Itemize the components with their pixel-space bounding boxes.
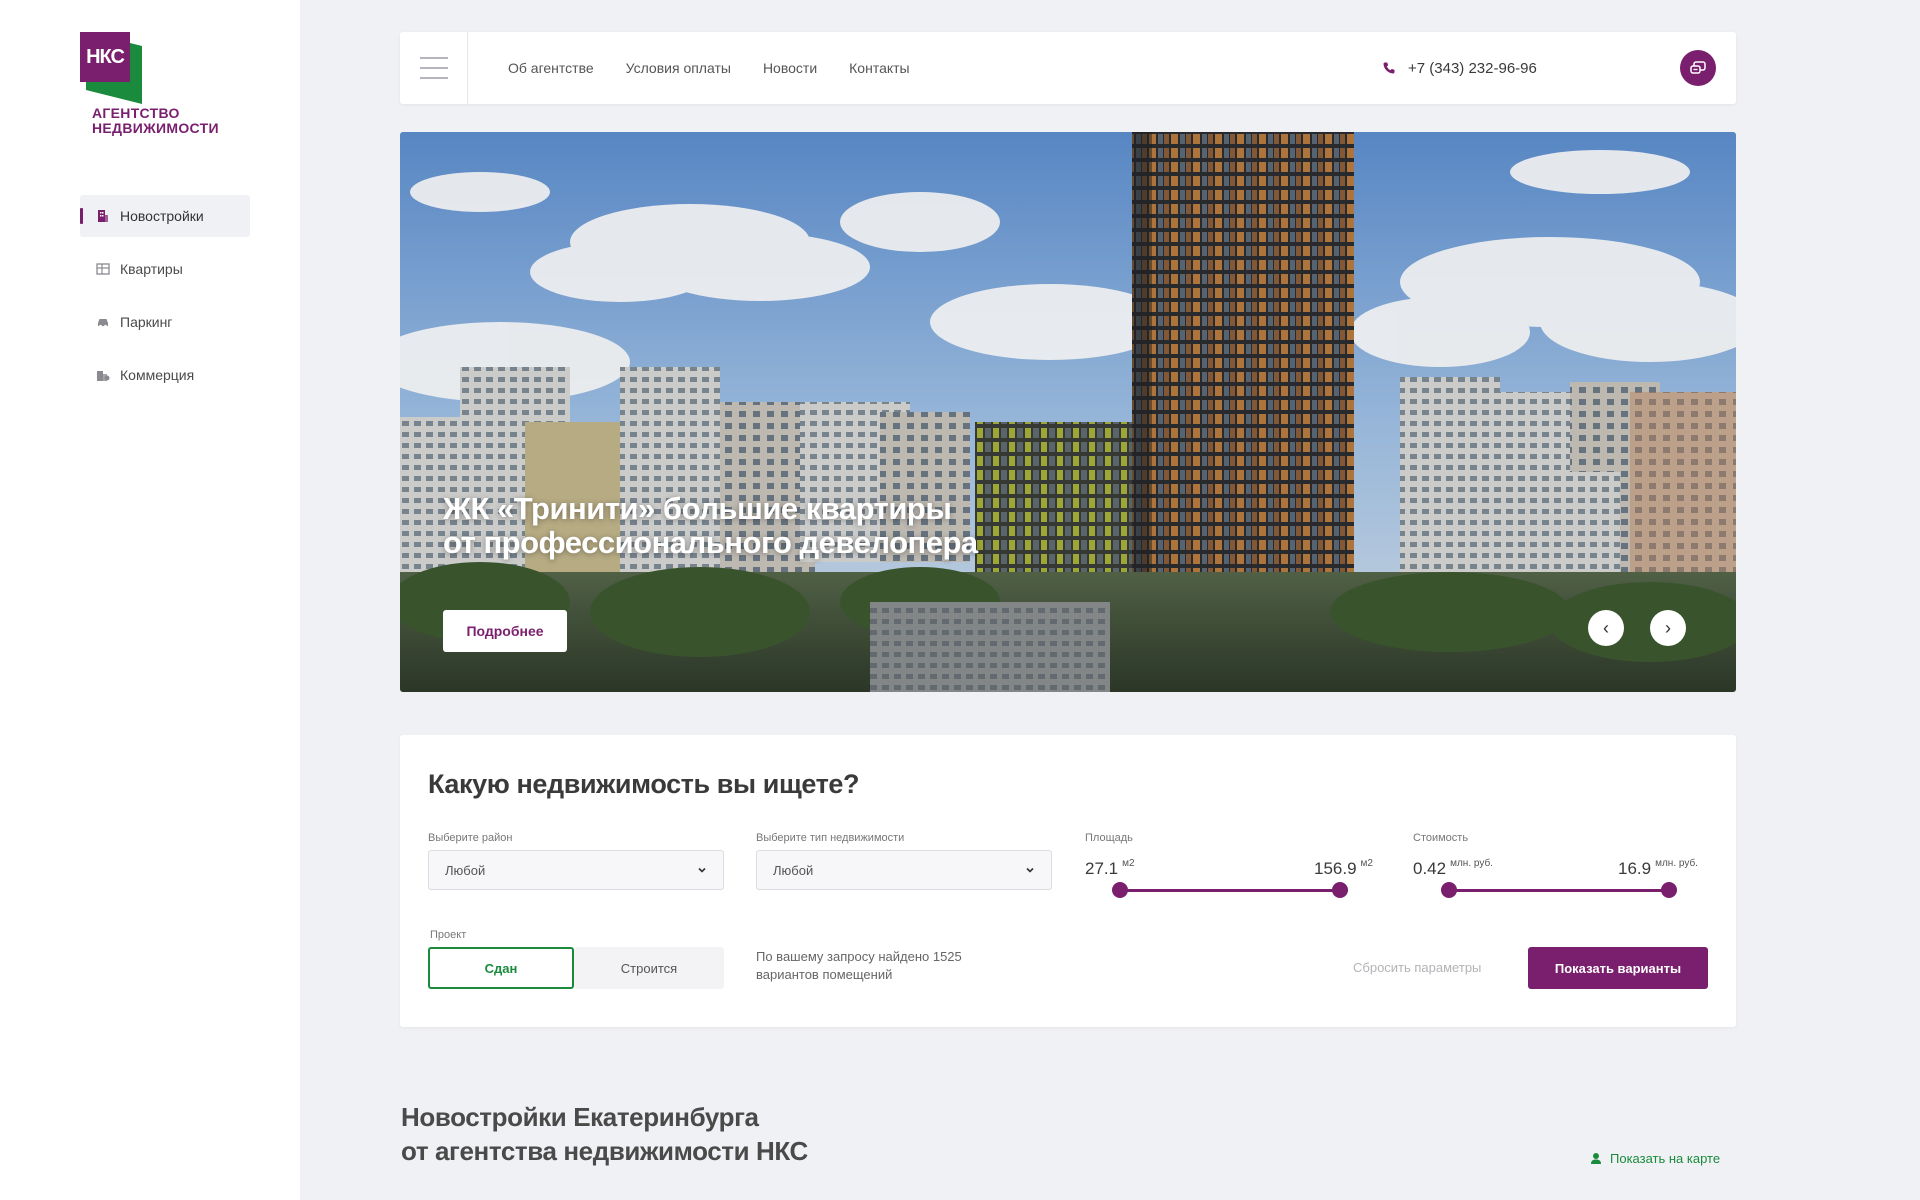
building-icon (98, 210, 108, 222)
menu-burger-icon[interactable] (400, 32, 468, 104)
phone-number: +7 (343) 232-96-96 (1408, 59, 1537, 77)
project-building-toggle[interactable]: Строится (574, 947, 724, 989)
chevron-down-icon (698, 867, 706, 873)
commerce-icon (97, 371, 110, 381)
phone-icon (1383, 62, 1395, 74)
chat-icon (1690, 61, 1706, 74)
district-label: Выберите район (428, 832, 513, 844)
hero-image (400, 132, 1736, 692)
type-label: Выберите тип недвижимости (756, 832, 905, 844)
chevron-down-icon (1026, 867, 1034, 873)
district-value: Любой (445, 862, 486, 878)
price-slider-max-handle[interactable] (1661, 882, 1677, 898)
hero-title: ЖК «Тринити» большие квартиры от професс… (443, 492, 978, 560)
logo-text-line1: АГЕНТСТВО (92, 105, 180, 121)
section-title-line2: от агентства недвижимости НКС (401, 1136, 808, 1166)
price-slider-min-handle[interactable] (1441, 882, 1457, 898)
hero-title-line2: от профессионального девелопера (443, 525, 978, 560)
link-about[interactable]: Об агентстве (508, 60, 594, 76)
results-count-line2: вариантов помещений (756, 967, 893, 982)
area-max-value: 156.9 м2 (1314, 858, 1373, 878)
type-value: Любой (773, 862, 814, 878)
results-count-text: По вашему запросу найдено 1525 вариантов… (756, 948, 996, 984)
price-slider-track[interactable] (1448, 889, 1668, 892)
district-select[interactable]: Любой (428, 850, 724, 890)
sidebar-item-label: Новостройки (120, 208, 204, 224)
show-results-button[interactable]: Показать варианты (1528, 947, 1708, 989)
phone-link[interactable]: +7 (343) 232-96-96 (1382, 32, 1537, 104)
show-on-map-link[interactable]: Показать на карте (1590, 1151, 1720, 1166)
sidebar-item-label: Коммерция (120, 367, 195, 383)
top-links: Об агентстве Условия оплаты Новости Конт… (508, 32, 910, 104)
prev-slide-button[interactable]: ‹ (1588, 610, 1624, 646)
person-pin-icon (1591, 1153, 1601, 1164)
sidebar-item-kommerciya[interactable]: Коммерция (80, 354, 250, 396)
hero-title-line1: ЖК «Тринити» большие квартиры (443, 491, 952, 526)
area-slider-max-handle[interactable] (1332, 882, 1348, 898)
chat-button[interactable] (1680, 50, 1716, 86)
sidebar-item-novostroyki[interactable]: Новостройки (80, 195, 250, 237)
results-count-line1: По вашему запросу найдено 1525 (756, 949, 962, 964)
apartment-icon (96, 263, 110, 275)
car-icon (98, 319, 108, 328)
next-slide-button[interactable]: › (1650, 610, 1686, 646)
sidebar-item-kvartiry[interactable]: Квартиры (80, 248, 250, 290)
logo-mark: НКС (80, 32, 142, 104)
project-label: Проект (430, 929, 467, 941)
area-label: Площадь (1085, 832, 1133, 844)
area-slider-min-handle[interactable] (1112, 882, 1128, 898)
logo-text: АГЕНТСТВО НЕДВИЖИМОСТИ (92, 106, 219, 136)
top-header: Об агентстве Условия оплаты Новости Конт… (400, 32, 1736, 104)
logo-text-line2: НЕДВИЖИМОСТИ (92, 120, 219, 136)
project-done-toggle[interactable]: Сдан (428, 947, 574, 989)
price-min-value: 0.42 млн. руб. (1413, 858, 1493, 878)
details-button[interactable]: Подробнее (443, 610, 567, 652)
logo-letters: НКС (80, 32, 130, 82)
price-max-value: 16.9 млн. руб. (1618, 858, 1698, 878)
link-payment[interactable]: Условия оплаты (626, 60, 731, 76)
sidebar-item-label: Квартиры (120, 261, 183, 277)
sidebar-item-parking[interactable]: Паркинг (80, 301, 250, 343)
area-slider-track[interactable] (1119, 889, 1339, 892)
price-label: Стоимость (1413, 832, 1469, 844)
sidebar: НКС АГЕНТСТВО НЕДВИЖИМОСТИ Новостройки К… (0, 0, 300, 1200)
area-min-value: 27.1 м2 (1085, 858, 1135, 878)
type-select[interactable]: Любой (756, 850, 1052, 890)
chevron-right-icon: › (1665, 617, 1671, 638)
link-contacts[interactable]: Контакты (849, 60, 909, 76)
sidebar-nav: Новостройки Квартиры Паркинг Коммерция (80, 195, 250, 407)
show-on-map-label: Показать на карте (1610, 1151, 1721, 1166)
link-news[interactable]: Новости (763, 60, 817, 76)
logo[interactable]: НКС АГЕНТСТВО НЕДВИЖИМОСТИ (80, 32, 219, 136)
search-panel: Какую недвижимость вы ищете? Выберите ра… (400, 735, 1736, 1027)
chevron-left-icon: ‹ (1603, 617, 1609, 638)
sidebar-item-label: Паркинг (120, 314, 173, 330)
section-title-line1: Новостройки Екатеринбурга (401, 1102, 759, 1132)
search-title: Какую недвижимость вы ищете? (428, 769, 860, 799)
reset-button[interactable]: Сбросить параметры (1353, 960, 1481, 975)
section-title: Новостройки Екатеринбурга от агентства н… (401, 1100, 808, 1168)
hero-banner: ЖК «Тринити» большие квартиры от професс… (400, 132, 1736, 692)
